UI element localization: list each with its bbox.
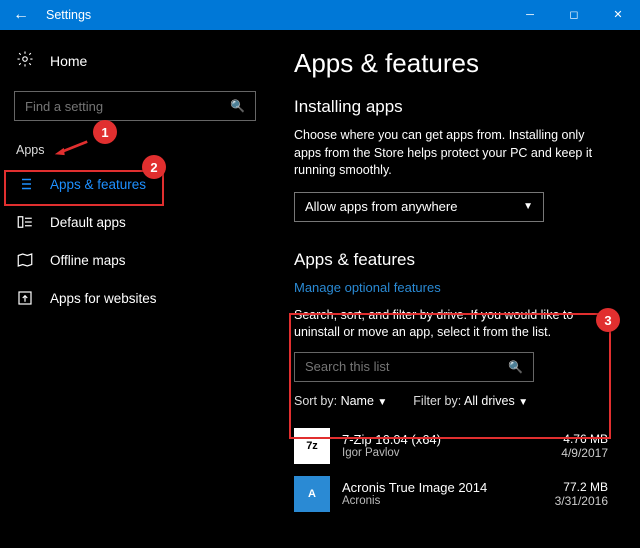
app-size: 77.2 MB [555,480,608,494]
titlebar: ← Settings ─ ◻ ✕ [0,0,640,30]
sidebar-category: Apps [0,139,270,165]
close-button[interactable]: ✕ [596,0,640,30]
app-icon: 7z [294,428,330,464]
installing-apps-desc: Choose where you can get apps from. Inst… [294,127,608,180]
settings-search-input[interactable] [25,99,212,114]
app-row[interactable]: 7z 7-Zip 16.04 (x64) Igor Pavlov 4.76 MB… [294,422,608,470]
search-icon: 🔍 [230,99,245,113]
home-nav[interactable]: Home [0,42,270,85]
app-name: 7-Zip 16.04 (x64) [342,432,561,447]
app-name: Acronis True Image 2014 [342,480,555,495]
install-source-dropdown[interactable]: Allow apps from anywhere ▼ [294,192,544,222]
sidebar-item-apps-features[interactable]: Apps & features [0,165,270,203]
sidebar-item-offline-maps[interactable]: Offline maps [0,241,270,279]
back-button[interactable]: ← [0,6,42,24]
app-size: 4.76 MB [561,432,608,446]
filter-desc: Search, sort, and filter by drive. If yo… [294,307,608,342]
minimize-button[interactable]: ─ [508,0,552,30]
manage-optional-link[interactable]: Manage optional features [294,280,608,295]
main-panel: Apps & features Installing apps Choose w… [270,30,640,548]
app-publisher: Acronis [342,495,555,507]
filter-by-control[interactable]: Filter by: All drives ▼ [413,394,528,408]
settings-search[interactable]: 🔍 [14,91,256,121]
app-date: 4/9/2017 [561,446,608,460]
maximize-button[interactable]: ◻ [552,0,596,30]
annotation-callout-1: 1 [93,120,117,144]
page-title: Apps & features [294,48,608,79]
app-date: 3/31/2016 [555,494,608,508]
sidebar: Home 🔍 Apps Apps & features Default apps… [0,30,270,548]
defaults-icon [16,213,34,231]
sort-by-control[interactable]: Sort by: Name ▼ [294,394,387,408]
chevron-down-icon: ▼ [518,397,528,408]
sidebar-item-default-apps[interactable]: Default apps [0,203,270,241]
list-icon [16,175,34,193]
annotation-callout-3: 3 [596,308,620,332]
sidebar-item-label: Apps & features [50,177,146,192]
chevron-down-icon: ▼ [523,201,533,212]
app-publisher: Igor Pavlov [342,447,561,459]
app-list-search[interactable]: 🔍 [294,352,534,382]
map-icon [16,251,34,269]
sidebar-item-label: Apps for websites [50,291,157,306]
section-apps-features: Apps & features [294,250,608,270]
chevron-down-icon: ▼ [377,397,387,408]
home-label: Home [50,53,87,69]
section-installing-apps: Installing apps [294,97,608,117]
app-icon: A [294,476,330,512]
open-icon [16,289,34,307]
install-source-value: Allow apps from anywhere [305,199,457,214]
window-title: Settings [42,8,508,22]
app-row[interactable]: A Acronis True Image 2014 Acronis 77.2 M… [294,470,608,518]
sidebar-item-label: Offline maps [50,253,126,268]
gear-icon [16,50,34,71]
search-icon: 🔍 [508,360,523,374]
sidebar-item-label: Default apps [50,215,126,230]
annotation-callout-2: 2 [142,155,166,179]
sidebar-item-apps-websites[interactable]: Apps for websites [0,279,270,317]
annotation-arrow [52,138,90,156]
app-list-search-input[interactable] [305,359,490,374]
